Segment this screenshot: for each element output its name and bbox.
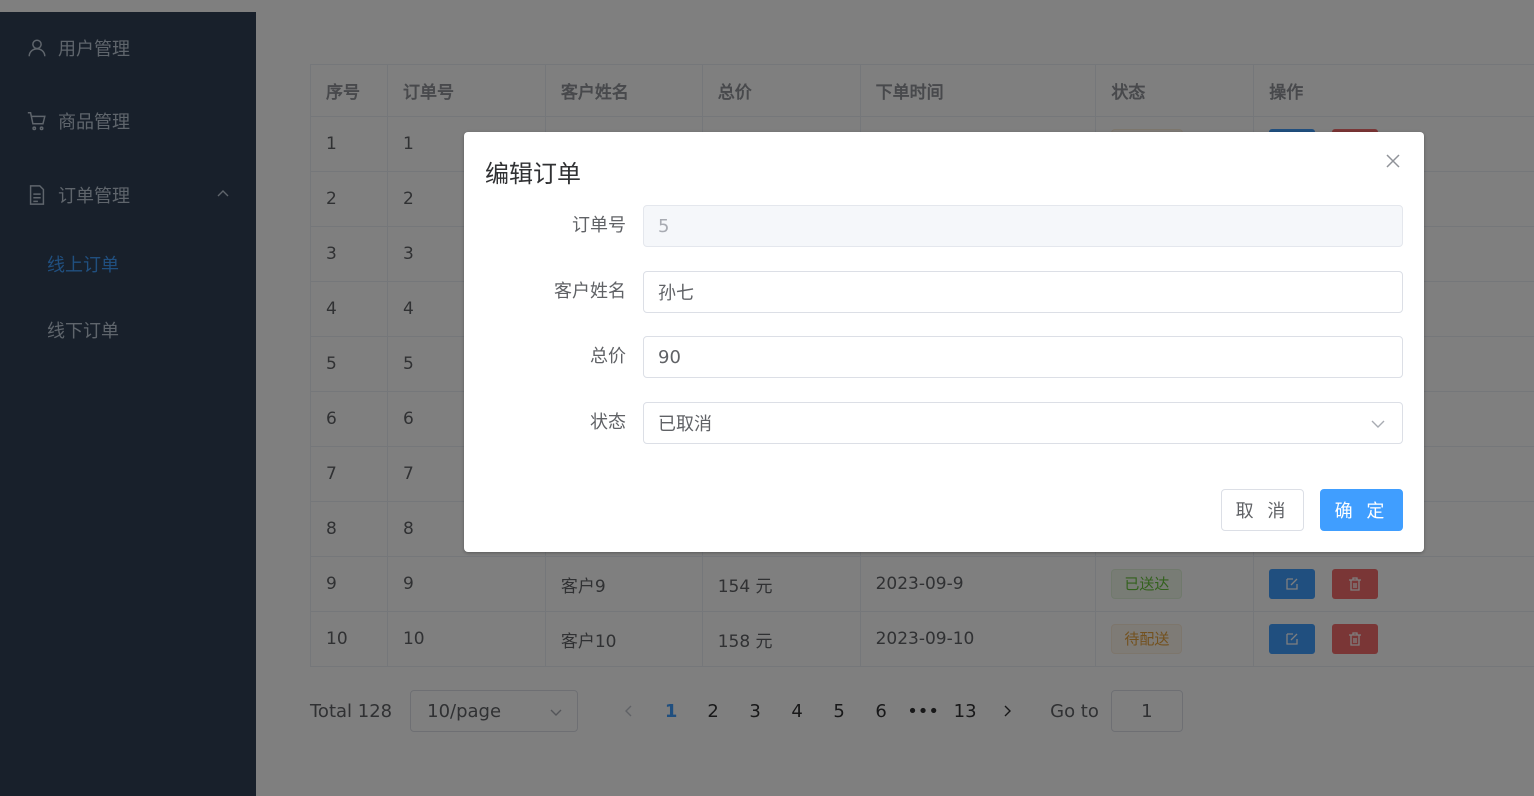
form-row-price: 总价 90 bbox=[464, 336, 1424, 378]
price-label: 总价 bbox=[590, 346, 626, 367]
dialog-title: 编辑订单 bbox=[485, 160, 581, 188]
order-no-label: 订单号 bbox=[572, 215, 626, 236]
form-row-order-no: 订单号 5 bbox=[464, 205, 1424, 247]
chevron-down-icon bbox=[1371, 420, 1385, 428]
order-no-field: 5 bbox=[643, 205, 1403, 247]
price-field[interactable]: 90 bbox=[643, 336, 1403, 378]
form-row-status: 状态 已取消 bbox=[464, 402, 1424, 444]
status-select[interactable]: 已取消 bbox=[643, 402, 1403, 444]
form-row-customer: 客户姓名 孙七 bbox=[464, 271, 1424, 313]
confirm-button[interactable]: 确 定 bbox=[1320, 489, 1403, 531]
cancel-button[interactable]: 取 消 bbox=[1221, 489, 1304, 531]
customer-name-label: 客户姓名 bbox=[554, 281, 626, 302]
customer-name-field[interactable]: 孙七 bbox=[643, 271, 1403, 313]
status-select-value: 已取消 bbox=[658, 414, 712, 435]
edit-order-dialog: 编辑订单 订单号 5 客户姓名 孙七 总价 90 状态 已取消 取 消 确 定 bbox=[464, 132, 1424, 552]
status-label: 状态 bbox=[590, 412, 626, 433]
close-icon[interactable] bbox=[1384, 152, 1402, 170]
